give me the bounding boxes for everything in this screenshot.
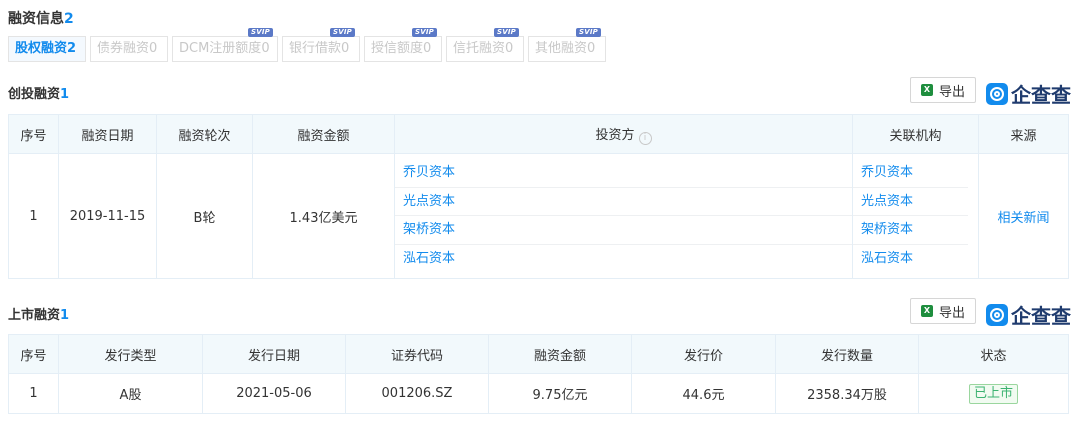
table-header-row: 序号 融资日期 融资轮次 融资金额 投资方 i 关联机构 来源 [8,114,1069,154]
investor-list: 乔贝资本 光点资本 架桥资本 泓石资本 [395,159,852,273]
cell-date: 2019-11-15 [58,153,157,279]
listing-title-label: 上市融资 [8,308,61,323]
tab-label: 其他融资 [535,41,588,56]
brand-text: 企查查 [1011,304,1071,328]
tab-count: 0 [341,41,350,56]
investor-link[interactable]: 架桥资本 [395,216,852,245]
related-org-link[interactable]: 架桥资本 [853,216,968,245]
col-header-issue-quantity: 发行数量 [775,334,919,374]
export-label: 导出 [938,84,965,100]
tab-trust-financing[interactable]: SVIP 信托融资0 [446,28,524,62]
venture-section-title: 创投融资1 [8,83,69,102]
col-header-investors: 投资方 i [394,114,853,154]
tab-credit-line[interactable]: SVIP 授信额度0 [364,28,442,62]
venture-title-count: 1 [60,87,70,102]
tab-label: 股权融资 [15,41,68,56]
tab-other-financing[interactable]: SVIP 其他融资0 [528,28,606,62]
col-header-round: 融资轮次 [156,114,253,154]
col-header-status: 状态 [918,334,1069,374]
section-title-count: 2 [64,11,74,27]
related-org-link[interactable]: 泓石资本 [853,245,968,274]
table-row: 1 A股 2021-05-06 001206.SZ 9.75亿元 44.6元 2… [8,373,1069,414]
tab-label: 信托融资 [453,41,506,56]
tab-count: 0 [587,41,596,56]
brand-text: 企查查 [1011,83,1071,107]
table-row: 1 2019-11-15 B轮 1.43亿美元 乔贝资本 光点资本 架桥资本 泓… [8,153,1069,279]
excel-icon: X [920,305,933,317]
venture-title-label: 创投融资 [8,87,61,102]
cell-security-code: 001206.SZ [345,373,489,414]
cell-round: B轮 [156,153,253,279]
investor-link[interactable]: 乔贝资本 [395,159,852,188]
cell-related-orgs: 乔贝资本 光点资本 架桥资本 泓石资本 [852,153,979,279]
export-label: 导出 [938,305,965,321]
qichacha-logo: 企查查 [986,300,1071,329]
financing-tabs: 股权融资2 债券融资0 SVIP DCM注册额度0 SVIP 银行借款0 SVI… [8,28,606,62]
related-org-link[interactable]: 乔贝资本 [853,159,968,188]
col-header-index: 序号 [8,114,59,154]
tab-bank-loan[interactable]: SVIP 银行借款0 [282,28,360,62]
info-icon[interactable]: i [638,131,652,145]
qichacha-logo-icon [986,82,1008,105]
status-badge: 已上市 [968,383,1018,404]
table-header-row: 序号 发行类型 发行日期 证券代码 融资金额 发行价 发行数量 状态 [8,334,1069,374]
col-header-amount: 融资金额 [488,334,632,374]
tab-label: DCM注册额度 [179,41,262,56]
cell-index: 1 [8,153,59,279]
col-header-issue-type: 发行类型 [58,334,203,374]
related-org-list: 乔贝资本 光点资本 架桥资本 泓石资本 [853,159,968,273]
tab-count: 0 [149,41,158,56]
investor-link[interactable]: 泓石资本 [395,245,852,274]
cell-amount: 9.75亿元 [488,373,632,414]
tab-dcm-quota[interactable]: SVIP DCM注册额度0 [172,28,278,62]
tab-count: 0 [261,41,270,56]
col-header-date: 融资日期 [58,114,157,154]
col-header-issue-date: 发行日期 [202,334,346,374]
investor-link[interactable]: 光点资本 [395,188,852,216]
svip-badge: SVIP [412,28,437,37]
related-org-link[interactable]: 光点资本 [853,188,968,216]
qichacha-logo: 企查查 [986,79,1071,108]
section-title-label: 融资信息 [8,11,64,27]
cell-issue-price: 44.6元 [631,373,776,414]
cell-issue-type: A股 [58,373,203,414]
cell-issue-quantity: 2358.34万股 [775,373,919,414]
excel-icon: X [920,84,933,96]
svip-badge: SVIP [494,28,519,37]
tab-bond-financing[interactable]: 债券融资0 [90,36,168,62]
listing-section-title: 上市融资1 [8,304,69,323]
tab-label: 授信额度 [371,41,424,56]
col-header-related-orgs: 关联机构 [852,114,979,154]
cell-investors: 乔贝资本 光点资本 架桥资本 泓石资本 [394,153,853,279]
col-header-issue-price: 发行价 [631,334,776,374]
col-header-investors-label: 投资方 [595,127,635,143]
svip-badge: SVIP [330,28,355,37]
listing-title-count: 1 [60,308,70,323]
cell-status: 已上市 [918,373,1069,414]
col-header-security-code: 证券代码 [345,334,489,374]
venture-financing-table: 序号 融资日期 融资轮次 融资金额 投资方 i 关联机构 来源 1 2019-11… [8,114,1069,279]
venture-export-button[interactable]: X 导出 [910,77,976,103]
listing-financing-table: 序号 发行类型 发行日期 证券代码 融资金额 发行价 发行数量 状态 1 A股 … [8,334,1069,414]
col-header-source: 来源 [978,114,1069,154]
tab-count: 0 [423,41,432,56]
tab-label: 银行借款 [289,41,342,56]
related-news-link[interactable]: 相关新闻 [997,211,1049,226]
col-header-index: 序号 [8,334,59,374]
svip-badge: SVIP [248,28,273,37]
qichacha-logo-icon [986,303,1008,326]
cell-amount: 1.43亿美元 [252,153,395,279]
col-header-amount: 融资金额 [252,114,395,154]
section-title: 融资信息2 [8,8,74,28]
listing-export-button[interactable]: X 导出 [910,298,976,324]
tab-equity-financing[interactable]: 股权融资2 [8,36,86,62]
svip-badge: SVIP [576,28,601,37]
tab-count: 0 [505,41,514,56]
tab-label: 债券融资 [97,41,150,56]
cell-source: 相关新闻 [978,153,1069,279]
cell-issue-date: 2021-05-06 [202,373,346,414]
tab-count: 2 [67,41,77,56]
cell-index: 1 [8,373,59,414]
